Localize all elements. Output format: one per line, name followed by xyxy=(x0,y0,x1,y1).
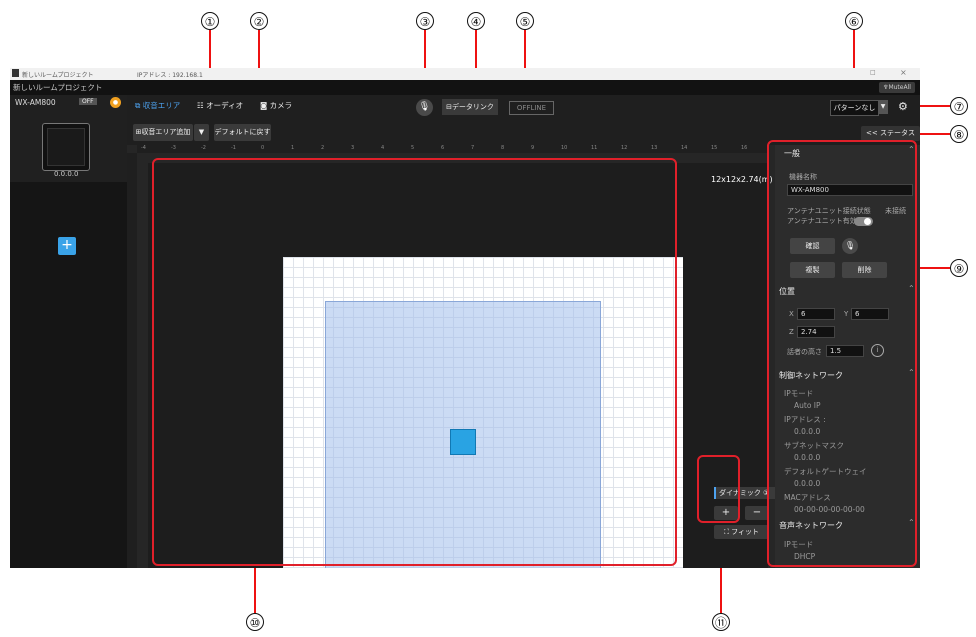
off-badge[interactable]: OFF xyxy=(79,98,97,105)
ruler-tick: 16 xyxy=(741,145,748,151)
device-thumbnail xyxy=(42,123,90,171)
app-logo-icon xyxy=(12,69,19,77)
callout-10: ⑩ xyxy=(246,613,264,631)
ruler-tick: 3 xyxy=(351,145,355,151)
callout-8: ⑧ xyxy=(950,125,968,143)
vertical-ruler xyxy=(127,153,137,568)
callout-9: ⑨ xyxy=(950,259,968,277)
project-bar: 新しいルームプロジェクト ♆MuteAll xyxy=(10,80,920,95)
gear-icon[interactable]: ⚙ xyxy=(898,100,908,113)
device-card[interactable]: WX-AM800 OFF ● 0.0.0.0 xyxy=(10,95,127,182)
status-highlight xyxy=(767,140,917,567)
pickup-area-icon: ⧉ xyxy=(135,101,141,110)
device-ip: 0.0.0.0 xyxy=(54,170,79,178)
mute-all-label: MuteAll xyxy=(888,84,911,91)
pattern-select[interactable]: パターンなし xyxy=(830,100,879,116)
callout-1: ① xyxy=(201,12,219,30)
ruler-tick: 7 xyxy=(471,145,475,151)
datalink-label: データリンク xyxy=(451,103,494,111)
device-name: WX-AM800 xyxy=(15,98,56,107)
room-size-label: 12x12x2.74(m) xyxy=(711,175,773,184)
ruler-tick: -4 xyxy=(141,145,146,151)
zoom-out-button[interactable]: − xyxy=(745,506,769,520)
close-icon[interactable]: × xyxy=(900,68,907,77)
ruler-tick: 4 xyxy=(381,145,385,151)
add-device-button[interactable]: + xyxy=(58,237,76,255)
camera-icon: ◙ xyxy=(260,101,268,110)
canvas-highlight xyxy=(152,158,677,566)
ruler-tick: -2 xyxy=(201,145,206,151)
status-toggle-button[interactable]: << ステータス xyxy=(861,126,920,141)
microphone-button[interactable]: 🎙 xyxy=(416,99,433,116)
fit-button[interactable]: ⛶ フィット xyxy=(714,525,769,539)
tab-camera-label: カメラ xyxy=(269,101,293,110)
title-bar: 新しいルームプロジェクト IPアドレス : 192.168.1 □ × xyxy=(10,68,920,80)
ruler-tick: 0 xyxy=(261,145,265,151)
tab-pickup-area-label: 収音エリア xyxy=(142,101,181,110)
callout-5: ⑤ xyxy=(516,12,534,30)
reset-default-button[interactable]: デフォルトに戻す xyxy=(214,124,271,141)
audio-icon: ☷ xyxy=(197,101,204,110)
zoom-controls-highlight xyxy=(697,455,740,523)
mute-all-button[interactable]: ♆MuteAll xyxy=(879,82,915,93)
add-area-button[interactable]: ⊞収音エリア追加 xyxy=(133,124,193,141)
ruler-tick: 5 xyxy=(411,145,415,151)
ruler-tick: -3 xyxy=(171,145,176,151)
add-area-dropdown[interactable]: ▼ xyxy=(194,124,209,141)
window-title: 新しいルームプロジェクト xyxy=(22,72,94,79)
eye-icon[interactable]: ● xyxy=(110,97,121,108)
tab-pickup-area[interactable]: ⧉ 収音エリア xyxy=(135,100,180,111)
tab-camera[interactable]: ◙ カメラ xyxy=(260,100,292,111)
callout-2: ② xyxy=(250,12,268,30)
datalink-button[interactable]: ⊟データリンク xyxy=(442,99,498,115)
chevron-down-icon[interactable]: ▼ xyxy=(878,100,888,114)
tab-bar: ⧉ 収音エリア ☷ オーディオ ◙ カメラ 🎙 ⊟データリンク OFFLINE … xyxy=(127,95,920,120)
ip-address-label: IPアドレス : 192.168.1 xyxy=(137,72,203,79)
callout-3: ③ xyxy=(416,12,434,30)
ruler-tick: 15 xyxy=(711,145,718,151)
callout-4: ④ xyxy=(467,12,485,30)
ruler-tick: 12 xyxy=(621,145,628,151)
callout-7: ⑦ xyxy=(950,97,968,115)
add-area-label: 収音エリア追加 xyxy=(141,128,191,136)
project-name: 新しいルームプロジェクト xyxy=(13,83,103,92)
device-list-panel: WX-AM800 OFF ● 0.0.0.0 + xyxy=(10,95,128,568)
microphone-icon: 🎙 xyxy=(418,102,431,112)
ruler-tick: 8 xyxy=(501,145,505,151)
horizontal-ruler: -4 -3 -2 -1 0 1 2 3 4 5 6 7 8 9 10 11 12 13 14 15 16 xyxy=(137,145,767,153)
dropdown-chevron-icon: ▼ xyxy=(198,128,205,136)
fit-label: フィット xyxy=(731,528,759,536)
callout-6: ⑥ xyxy=(845,12,863,30)
ruler-tick: 9 xyxy=(531,145,535,151)
callout-11: ⑪ xyxy=(712,613,730,631)
ruler-tick: 1 xyxy=(291,145,295,151)
maximize-icon[interactable]: □ xyxy=(870,69,876,76)
tab-audio[interactable]: ☷ オーディオ xyxy=(197,100,243,111)
ruler-tick: 10 xyxy=(561,145,568,151)
tab-audio-label: オーディオ xyxy=(206,101,244,110)
ruler-tick: -1 xyxy=(231,145,236,151)
ruler-tick: 11 xyxy=(591,145,598,151)
pattern-select-value: パターンなし xyxy=(833,104,876,112)
offline-indicator: OFFLINE xyxy=(509,101,554,115)
ruler-tick: 6 xyxy=(441,145,445,151)
ruler-tick: 2 xyxy=(321,145,325,151)
ruler-tick: 13 xyxy=(651,145,658,151)
ruler-tick: 14 xyxy=(681,145,688,151)
